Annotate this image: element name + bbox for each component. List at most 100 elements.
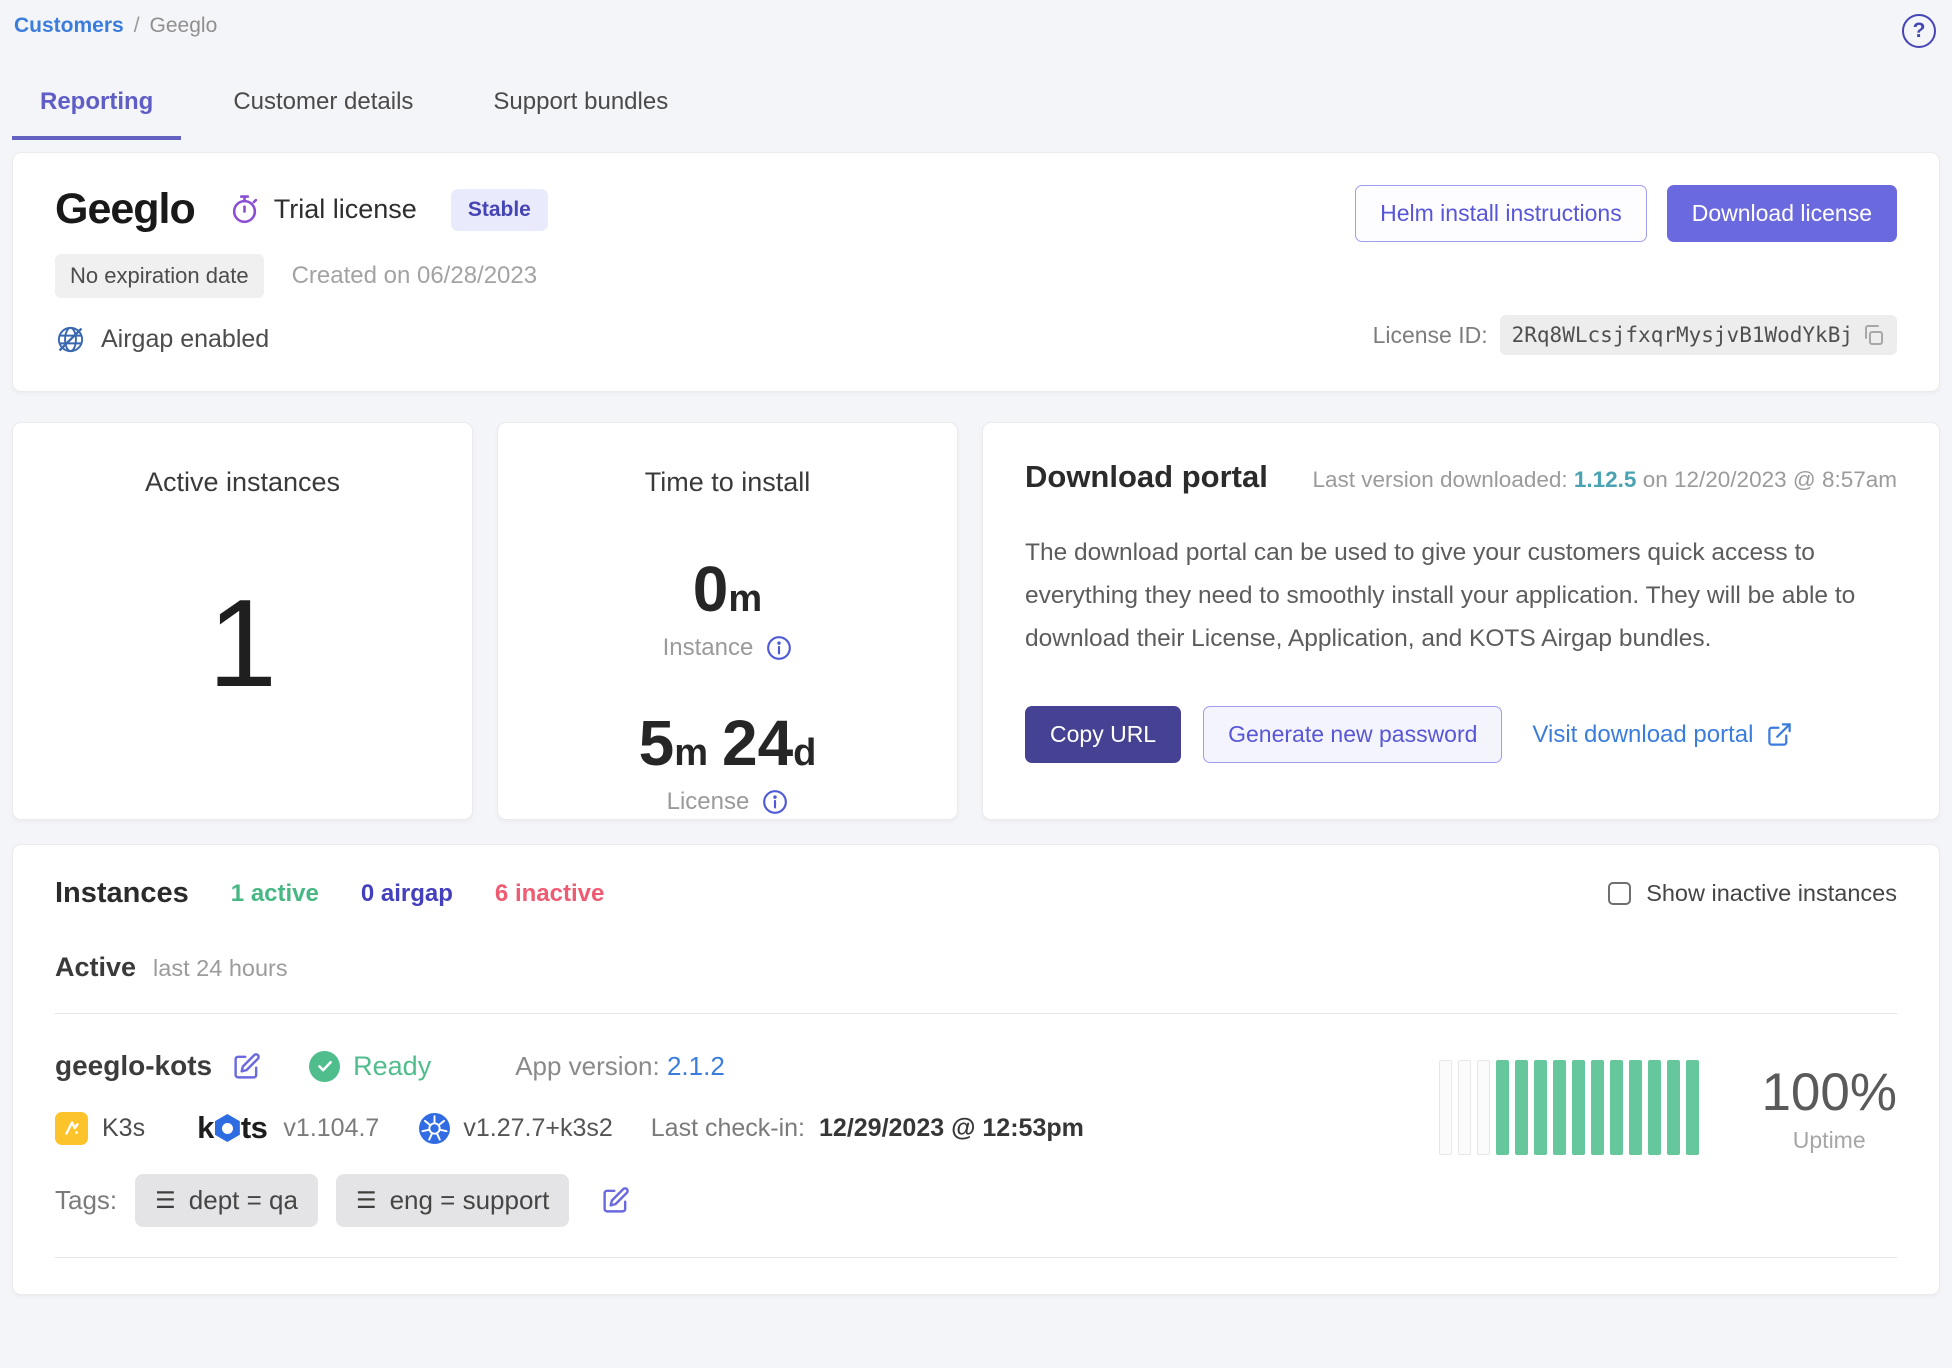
show-inactive-label: Show inactive instances	[1646, 880, 1897, 907]
inactive-count[interactable]: 6 inactive	[495, 880, 604, 908]
created-date: Created on 06/28/2023	[292, 262, 538, 290]
time-to-install-title: Time to install	[508, 467, 947, 498]
app-version-link[interactable]: 2.1.2	[667, 1051, 725, 1081]
license-type-label: Trial license	[274, 194, 417, 225]
instances-title: Instances	[55, 877, 189, 910]
uptime-bar	[1515, 1060, 1528, 1155]
download-portal-description: The download portal can be used to give …	[1025, 531, 1897, 660]
time-to-install-card: Time to install 0m Instance 5m24d Licens…	[497, 422, 958, 820]
kubernetes-icon	[419, 1113, 450, 1144]
active-instances-value: 1	[208, 573, 277, 715]
uptime-bar	[1458, 1060, 1471, 1155]
uptime-bar	[1591, 1060, 1604, 1155]
tag-icon: ☰	[155, 1187, 176, 1214]
stopwatch-icon	[229, 194, 260, 225]
uptime-bar	[1439, 1060, 1452, 1155]
uptime-bar	[1648, 1060, 1661, 1155]
license-type: Trial license	[229, 194, 417, 225]
external-link-icon	[1766, 721, 1793, 748]
status-badge: Ready	[309, 1051, 431, 1082]
k3s-icon	[55, 1112, 88, 1145]
last-checkin-label: Last check-in:	[651, 1114, 805, 1143]
active-section-sublabel: last 24 hours	[153, 955, 288, 982]
instance-name: geeglo-kots	[55, 1050, 212, 1082]
kots-logo: kts	[197, 1110, 267, 1146]
top-bar: Customers / Geeglo ?	[0, 0, 1952, 48]
active-instances-card: Active instances 1	[12, 422, 473, 820]
tag-icon: ☰	[356, 1187, 377, 1214]
instance-row: geeglo-kots Ready App version:	[13, 1014, 1939, 1227]
channel-badge: Stable	[451, 189, 548, 231]
info-icon[interactable]	[762, 789, 788, 815]
breadcrumb-current: Geeglo	[150, 14, 218, 38]
uptime-bar	[1496, 1060, 1509, 1155]
help-icon[interactable]: ?	[1902, 14, 1936, 48]
uptime-stat: 100% Uptime	[1761, 1062, 1897, 1154]
kubernetes-version: v1.27.7+k3s2	[463, 1114, 612, 1143]
distribution-label: K3s	[102, 1114, 145, 1143]
instance-install-time: 0m Instance	[508, 552, 947, 662]
divider	[55, 1257, 1897, 1258]
status-label: Ready	[353, 1051, 431, 1082]
tab-bar: Reporting Customer details Support bundl…	[0, 74, 1952, 140]
breadcrumb: Customers / Geeglo	[14, 14, 217, 38]
instances-card: Instances 1 active 0 airgap 6 inactive S…	[12, 844, 1940, 1295]
info-icon[interactable]	[766, 635, 792, 661]
tab-support-bundles[interactable]: Support bundles	[465, 74, 696, 140]
customer-name: Geeglo	[55, 185, 195, 234]
download-license-button[interactable]: Download license	[1667, 185, 1897, 242]
uptime-bars	[1439, 1060, 1699, 1155]
license-id-value: 2Rq8WLcsjfxqrMysjvB1WodYkBj	[1512, 323, 1853, 347]
last-checkin-value: 12/29/2023 @ 12:53pm	[819, 1114, 1084, 1143]
expiration-badge: No expiration date	[55, 254, 264, 298]
edit-tags-icon[interactable]	[601, 1186, 630, 1215]
uptime-bar	[1477, 1060, 1490, 1155]
airgap-label: Airgap enabled	[101, 325, 269, 354]
copy-icon[interactable]	[1861, 323, 1885, 347]
license-summary-left: Geeglo Trial license Stable No expiratio…	[55, 185, 548, 355]
tab-customer-details[interactable]: Customer details	[205, 74, 441, 140]
app-version: App version: 2.1.2	[515, 1051, 725, 1082]
customer-reporting-page: Customers / Geeglo ? Reporting Customer …	[0, 0, 1952, 1368]
show-inactive-toggle[interactable]: Show inactive instances	[1608, 880, 1897, 907]
license-summary-card: Geeglo Trial license Stable No expiratio…	[12, 152, 1940, 392]
copy-url-button[interactable]: Copy URL	[1025, 706, 1181, 763]
uptime-bar	[1629, 1060, 1642, 1155]
breadcrumb-customers-link[interactable]: Customers	[14, 14, 124, 38]
license-summary-right: Helm install instructions Download licen…	[1355, 185, 1897, 355]
show-inactive-checkbox[interactable]	[1608, 882, 1631, 905]
active-instances-title: Active instances	[23, 467, 462, 498]
uptime-label: Uptime	[1761, 1127, 1897, 1154]
visit-download-portal-link[interactable]: Visit download portal	[1532, 721, 1793, 749]
license-id-pill: 2Rq8WLcsjfxqrMysjvB1WodYkBj	[1500, 315, 1897, 355]
tab-reporting[interactable]: Reporting	[12, 74, 181, 140]
edit-name-icon[interactable]	[232, 1052, 261, 1081]
download-portal-title: Download portal	[1025, 459, 1268, 495]
uptime-bar	[1553, 1060, 1566, 1155]
kots-version: v1.104.7	[283, 1114, 379, 1143]
instance-install-label: Instance	[663, 634, 754, 662]
license-id-label: License ID:	[1373, 322, 1488, 349]
download-portal-card: Download portal Last version downloaded:…	[982, 422, 1940, 820]
uptime-value: 100%	[1761, 1062, 1897, 1123]
last-version-downloaded: Last version downloaded: 1.12.5 on 12/20…	[1312, 467, 1897, 493]
tag-pill: ☰ eng = support	[336, 1174, 569, 1227]
check-circle-icon	[309, 1051, 340, 1082]
helm-install-button[interactable]: Helm install instructions	[1355, 185, 1647, 242]
breadcrumb-separator: /	[134, 14, 140, 38]
tag-pill: ☰ dept = qa	[135, 1174, 318, 1227]
active-count[interactable]: 1 active	[231, 880, 319, 908]
uptime-bar	[1610, 1060, 1623, 1155]
uptime-block: 100% Uptime	[1439, 1050, 1897, 1155]
airgap-globe-icon	[55, 324, 86, 355]
uptime-bar	[1667, 1060, 1680, 1155]
stats-row: Active instances 1 Time to install 0m In…	[12, 422, 1940, 820]
airgap-count[interactable]: 0 airgap	[361, 880, 453, 908]
version-link[interactable]: 1.12.5	[1574, 467, 1637, 492]
kots-o-icon	[215, 1114, 240, 1142]
uptime-bar	[1572, 1060, 1585, 1155]
active-section-label: Active	[55, 952, 136, 983]
generate-password-button[interactable]: Generate new password	[1203, 706, 1502, 763]
license-install-label: License	[667, 788, 750, 816]
uptime-bar	[1686, 1060, 1699, 1155]
